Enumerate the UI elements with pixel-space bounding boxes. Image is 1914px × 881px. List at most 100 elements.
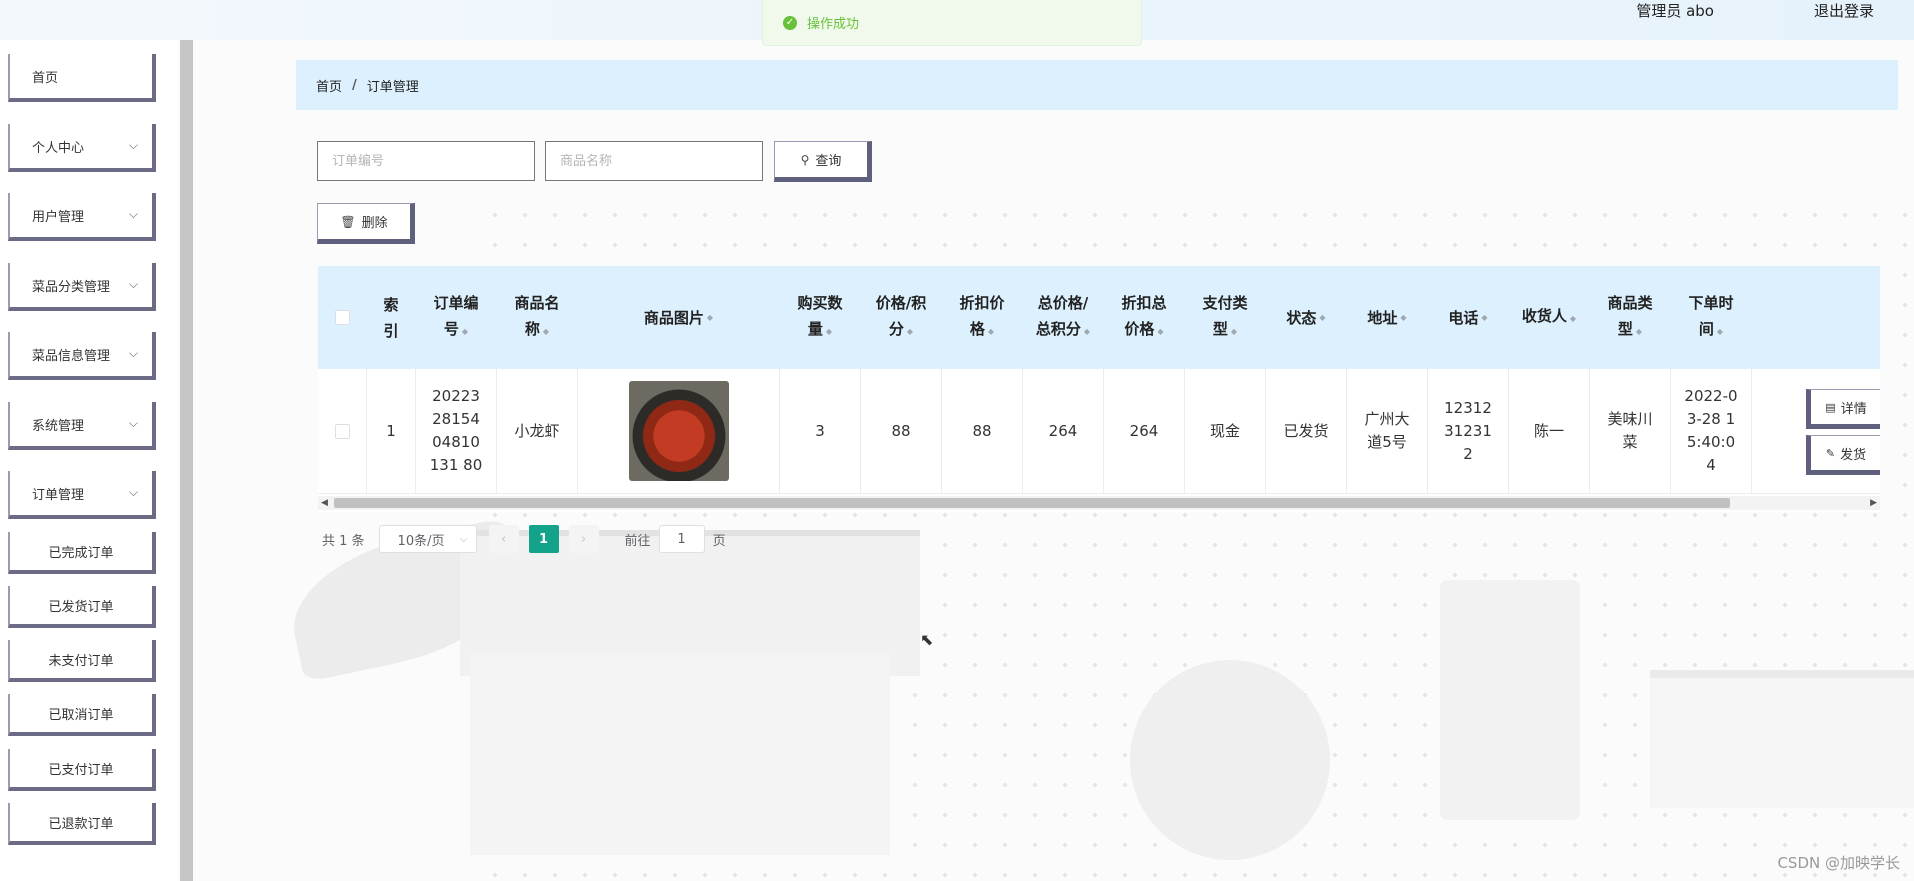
sort-icon[interactable]: ◆: [1084, 327, 1090, 336]
next-page-button[interactable]: ›: [568, 525, 599, 553]
header-qty-label: 购买数量 ◆: [792, 290, 848, 345]
logout-link[interactable]: 退出登录: [1814, 0, 1874, 22]
scrollbar-thumb[interactable]: [334, 498, 1730, 508]
table-horizontal-scrollbar[interactable]: ◀ ▶: [318, 496, 1880, 510]
header-goods-image[interactable]: 商品图片 ◆: [578, 266, 780, 369]
prev-page-button[interactable]: ‹: [488, 525, 519, 553]
page-suffix-label: 页: [712, 533, 726, 549]
sort-icon[interactable]: ◆: [1717, 327, 1723, 336]
row-checkbox[interactable]: [334, 423, 350, 439]
header-index: 索引: [367, 266, 416, 369]
slab-decoration: [1650, 670, 1914, 808]
sidebar-subitem-completed-orders[interactable]: 已完成订单: [8, 532, 156, 574]
header-status[interactable]: 状态 ◆: [1266, 266, 1347, 369]
header-price[interactable]: 价格/积分 ◆: [861, 266, 942, 369]
header-pay-type[interactable]: 支付类型 ◆: [1185, 266, 1266, 369]
chevron-right-icon: ›: [580, 531, 587, 547]
sidebar-subitem-unpaid-orders[interactable]: 未支付订单: [8, 640, 156, 682]
sort-icon[interactable]: ◆: [907, 327, 913, 336]
sort-icon[interactable]: ◆: [543, 327, 549, 336]
sidebar-subitem-label: 未支付订单: [48, 653, 114, 669]
cell-price: 88: [861, 369, 942, 493]
query-button[interactable]: ⚲ 查询: [774, 141, 872, 182]
sort-icon[interactable]: ◆: [1231, 327, 1237, 336]
header-discount-price[interactable]: 折扣价格 ◆: [942, 266, 1023, 369]
sidebar-subitem-paid-orders[interactable]: 已支付订单: [8, 749, 156, 791]
phone-text: 12312312312: [1444, 398, 1492, 463]
sort-icon[interactable]: ◆: [1570, 314, 1576, 323]
edit-icon: ✎: [1825, 446, 1836, 460]
order-number-input[interactable]: [317, 141, 535, 181]
sidebar-item-personal-center[interactable]: 个人中心 ⌵: [8, 124, 156, 172]
ring-decoration: [1130, 660, 1330, 860]
scroll-right-arrow-icon[interactable]: ▶: [1870, 496, 1877, 510]
header-receiver[interactable]: 收货人 ◆: [1509, 266, 1590, 369]
sort-icon[interactable]: ◆: [988, 327, 994, 336]
page-size-select[interactable]: 10条/页 ⌵: [378, 525, 477, 553]
sidebar-item-order-management[interactable]: 订单管理 ⌵: [8, 471, 156, 519]
sidebar-subitem-refunded-orders[interactable]: 已退款订单: [8, 803, 156, 845]
header-order-no[interactable]: 订单编号 ◆: [416, 266, 497, 369]
toast-message: 操作成功: [807, 17, 860, 32]
success-check-icon: ✓: [783, 15, 797, 30]
sidebar-subitem-label: 已取消订单: [48, 707, 114, 723]
header-qty[interactable]: 购买数量 ◆: [780, 266, 861, 369]
sidebar-item-system[interactable]: 系统管理 ⌵: [8, 402, 156, 450]
sidebar-item-user-management[interactable]: 用户管理 ⌵: [8, 193, 156, 241]
sidebar-item-label: 系统管理: [32, 418, 85, 434]
cell-order-time: 2022-03-28 15:40:04: [1671, 369, 1752, 493]
delete-button-label: 删除: [361, 216, 388, 231]
detail-button[interactable]: ▤ 详情: [1806, 389, 1880, 429]
sidebar-scrollbar[interactable]: [180, 40, 193, 881]
header-discount-total-label: 折扣总价格 ◆: [1116, 290, 1172, 345]
cell-pay-type: 现金: [1185, 369, 1266, 493]
header-total[interactable]: 总价格/总积分 ◆: [1023, 266, 1104, 369]
page-number-current[interactable]: 1: [528, 525, 559, 553]
mouse-cursor-icon: ⬉: [920, 630, 934, 649]
scroll-left-arrow-icon[interactable]: ◀: [321, 496, 328, 510]
sort-icon[interactable]: ◆: [1319, 305, 1325, 331]
header-order-time[interactable]: 下单时间 ◆: [1671, 266, 1752, 369]
pagination: 共 1 条 10条/页 ⌵ ‹ 1 › 前往 页: [322, 524, 726, 554]
cell-phone: 12312312312: [1428, 369, 1509, 493]
query-button-label: 查询: [815, 154, 842, 169]
sort-icon[interactable]: ◆: [1636, 327, 1642, 336]
sort-icon[interactable]: ◆: [826, 327, 832, 336]
header-discount-total[interactable]: 折扣总价格 ◆: [1104, 266, 1185, 369]
delete-button[interactable]: 🗑 删除: [317, 203, 415, 244]
header-order-time-label: 下单时间 ◆: [1683, 290, 1739, 345]
sidebar-subitem-label: 已完成订单: [48, 545, 114, 561]
header-goods-type[interactable]: 商品类型 ◆: [1590, 266, 1671, 369]
sidebar-subitem-label: 已支付订单: [48, 762, 114, 778]
goods-name-input[interactable]: [545, 141, 763, 181]
cell-order-no: 202232815404810131 80: [416, 369, 497, 493]
breadcrumb-home[interactable]: 首页: [316, 76, 342, 95]
header-text: 电话: [1448, 308, 1479, 327]
header-phone[interactable]: 电话 ◆: [1428, 266, 1509, 369]
header-text: 状态: [1286, 308, 1317, 327]
sort-icon[interactable]: ◆: [1400, 305, 1406, 331]
header-goods-name[interactable]: 商品名称 ◆: [497, 266, 578, 369]
select-all-checkbox[interactable]: [334, 310, 350, 325]
sidebar-subitem-label: 已发货订单: [48, 599, 114, 615]
sidebar-item-dish-info[interactable]: 菜品信息管理 ⌵: [8, 332, 156, 380]
sidebar-subitem-cancelled-orders[interactable]: 已取消订单: [8, 694, 156, 736]
sidebar-item-dish-category[interactable]: 菜品分类管理 ⌵: [8, 263, 156, 311]
sort-icon[interactable]: ◆: [707, 305, 713, 331]
header-text: 商品名称: [514, 294, 560, 338]
header-address[interactable]: 地址 ◆: [1347, 266, 1428, 369]
document-icon: ▤: [1825, 400, 1836, 414]
ship-button[interactable]: ✎ 发货: [1806, 435, 1880, 475]
goto-page-input[interactable]: [658, 525, 705, 553]
header-text: 支付类型: [1202, 294, 1248, 338]
sidebar-item-home[interactable]: 首页: [8, 54, 156, 102]
header-text: 总价格/总积分: [1035, 294, 1089, 338]
header-text: 购买数量: [797, 294, 843, 338]
trash-icon: 🗑: [340, 214, 356, 229]
sort-icon[interactable]: ◆: [462, 327, 468, 336]
sort-icon[interactable]: ◆: [1157, 327, 1163, 336]
breadcrumb-current: 订单管理: [366, 79, 419, 95]
sidebar-subitem-shipped-orders[interactable]: 已发货订单: [8, 586, 156, 628]
sort-icon[interactable]: ◆: [1481, 305, 1487, 331]
chevron-left-icon: ‹: [500, 531, 507, 547]
